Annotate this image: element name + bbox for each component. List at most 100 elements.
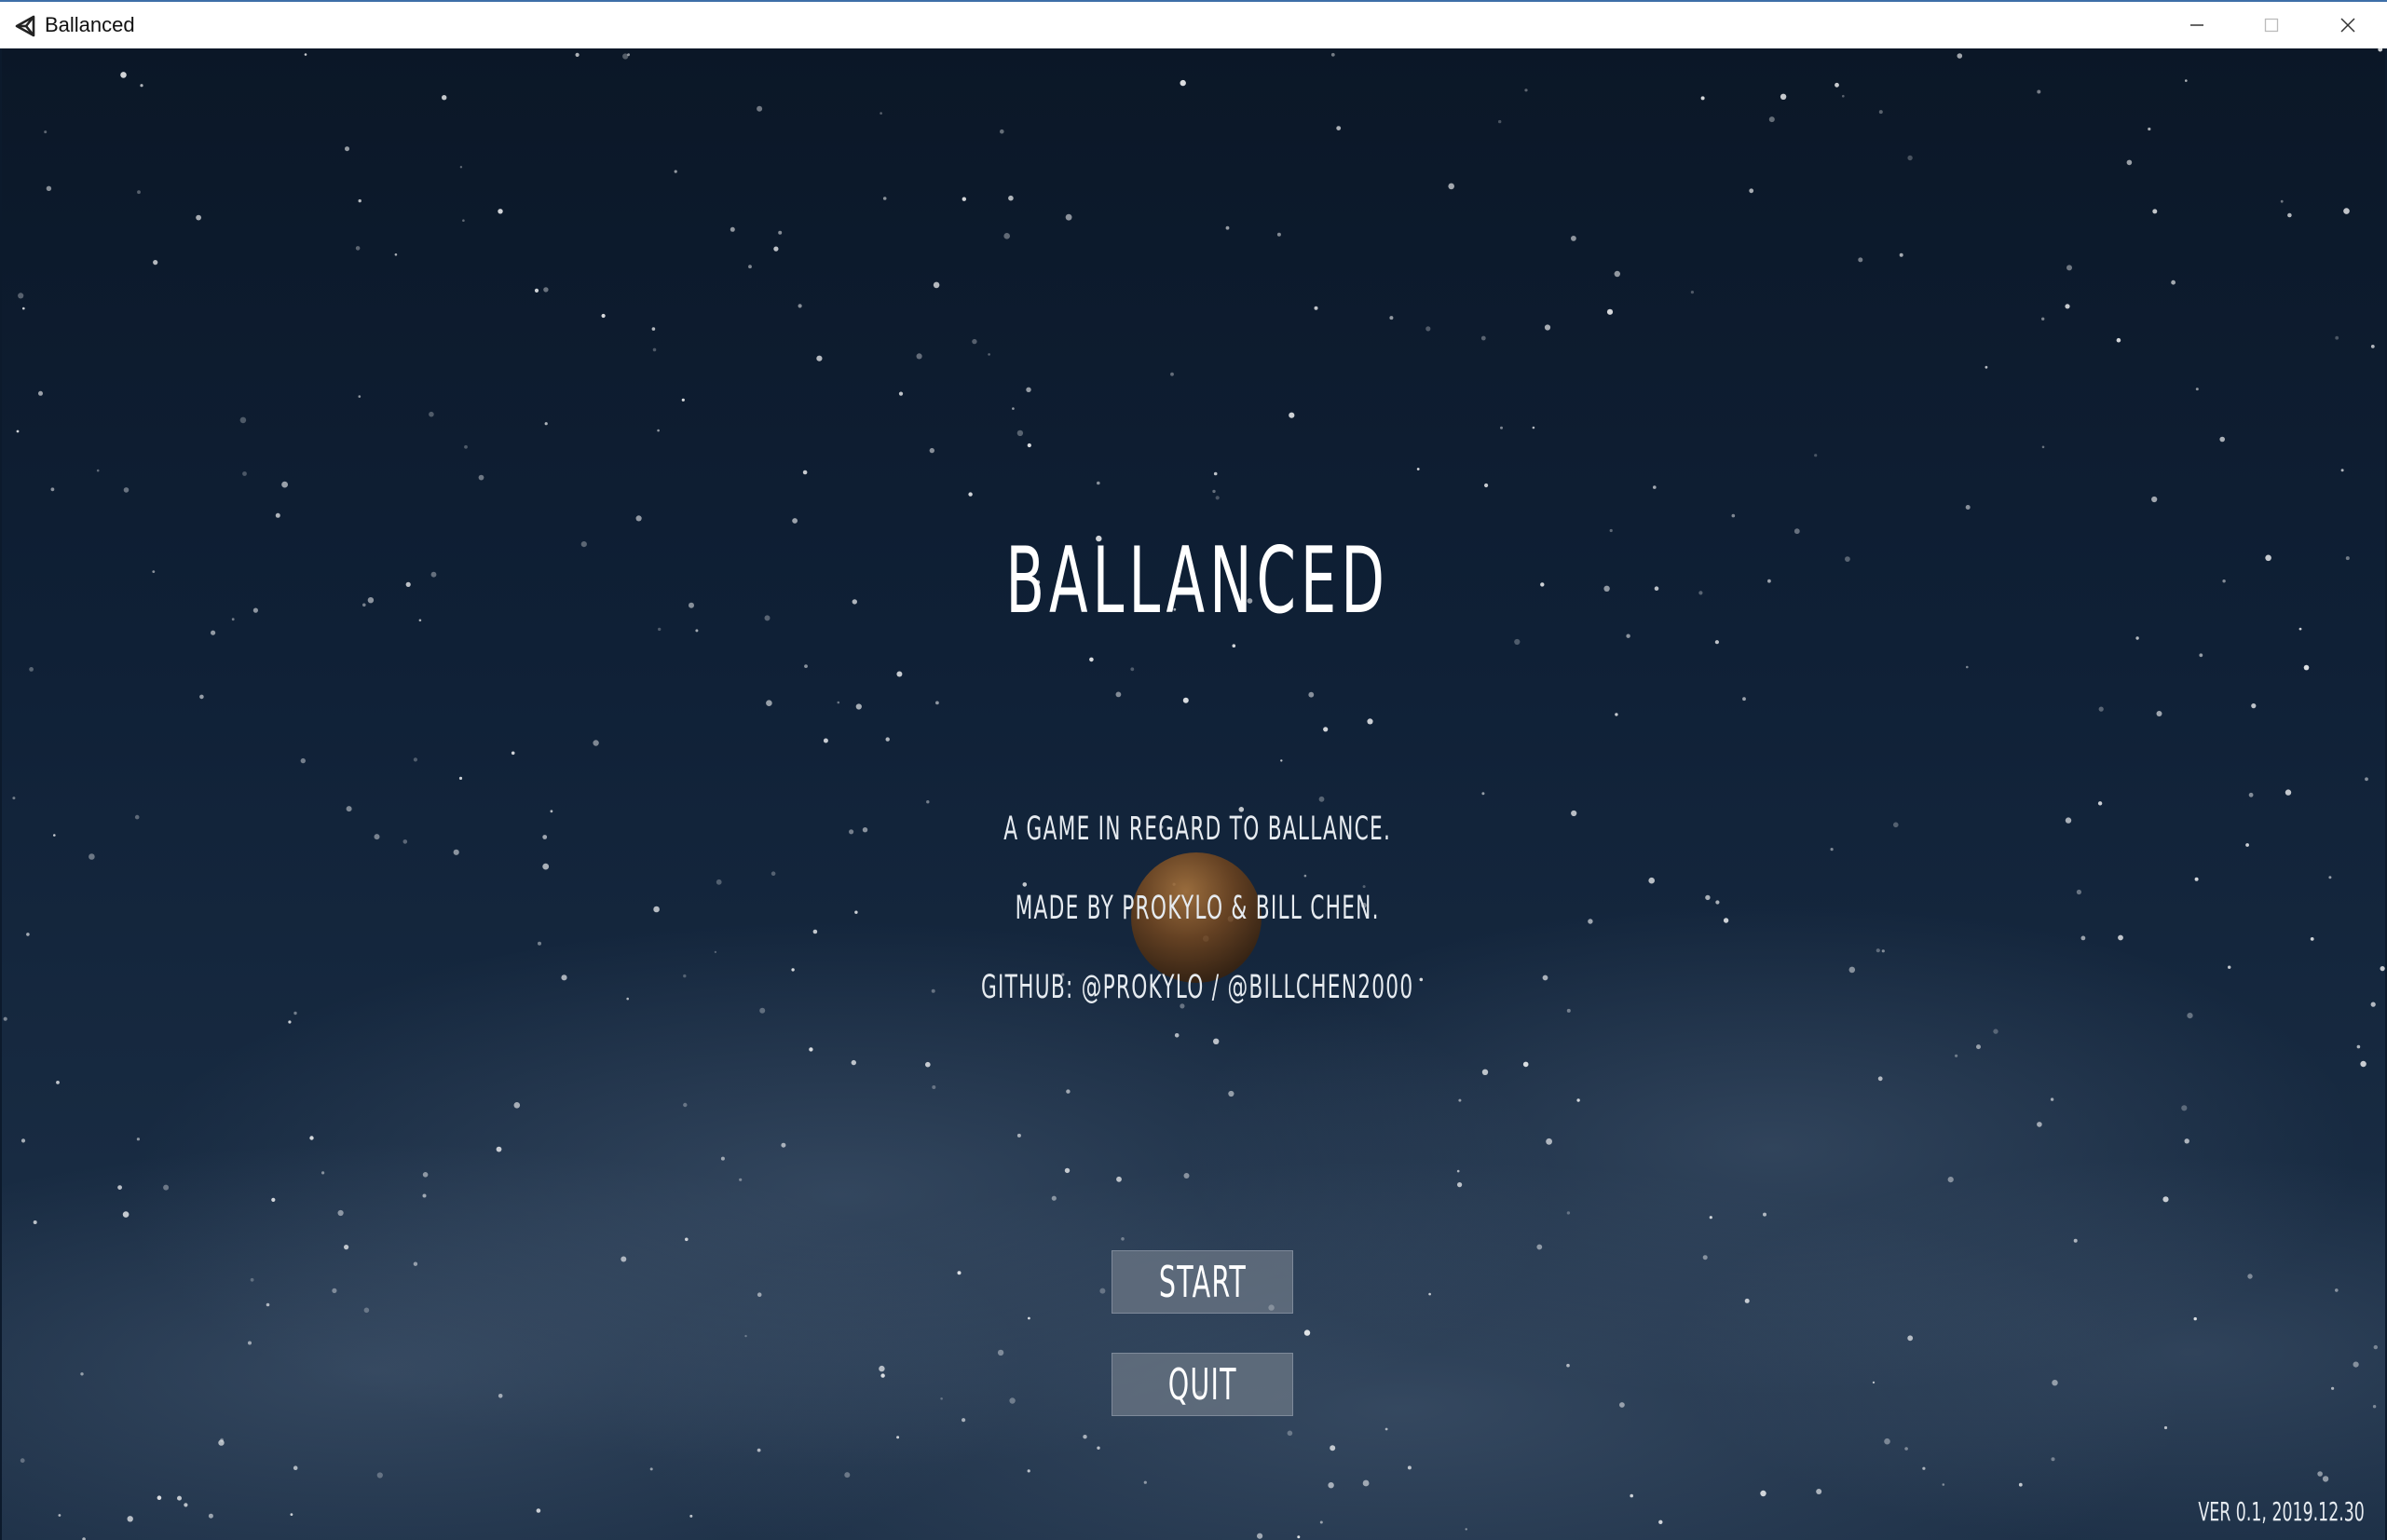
star <box>332 1288 337 1293</box>
star <box>346 806 352 812</box>
star <box>1170 372 1174 376</box>
star <box>1858 257 1863 263</box>
star <box>880 1373 885 1378</box>
star <box>1257 1533 1263 1539</box>
star <box>681 398 685 402</box>
minimize-button[interactable] <box>2160 2 2234 48</box>
star <box>651 327 656 331</box>
star <box>593 740 599 746</box>
star <box>242 471 247 476</box>
star <box>2076 889 2081 895</box>
star <box>1319 1520 1323 1524</box>
star <box>1089 657 1094 662</box>
star <box>1481 792 1485 796</box>
star <box>1457 1182 1463 1188</box>
star <box>321 1171 325 1175</box>
star <box>716 879 722 885</box>
star <box>1143 1480 1147 1484</box>
title-bar[interactable]: Ballanced <box>0 0 2387 48</box>
star <box>2245 843 2250 847</box>
star <box>394 253 398 256</box>
star <box>757 1292 762 1297</box>
star <box>430 571 437 578</box>
star <box>1615 713 1618 716</box>
star <box>2050 1097 2054 1101</box>
star <box>536 1508 541 1513</box>
star <box>792 518 798 524</box>
star <box>117 1185 122 1190</box>
star <box>1027 443 1031 448</box>
star <box>1008 195 1014 201</box>
star <box>778 230 783 235</box>
star <box>925 1061 931 1068</box>
star <box>1630 1493 1633 1498</box>
star <box>1051 1195 1057 1201</box>
star <box>2066 265 2072 271</box>
star <box>1842 94 1845 98</box>
star <box>1653 485 1657 489</box>
star <box>211 630 216 635</box>
star <box>2118 934 2123 941</box>
star <box>50 487 55 492</box>
star <box>208 1513 213 1519</box>
star <box>1500 426 1503 429</box>
maximize-icon <box>2264 18 2279 33</box>
star <box>459 166 463 169</box>
star <box>2199 653 2203 658</box>
star <box>2331 1386 2335 1390</box>
star <box>1389 316 1394 320</box>
star <box>744 1334 747 1338</box>
star <box>1425 326 1431 332</box>
star <box>2018 1482 2023 1487</box>
start-button[interactable]: START <box>1112 1250 1293 1314</box>
star <box>1280 759 1283 762</box>
star <box>157 1495 162 1500</box>
star <box>58 1514 61 1517</box>
quit-button[interactable]: QUIT <box>1112 1353 1293 1416</box>
star <box>1966 665 1969 669</box>
star <box>1099 1288 1106 1294</box>
star <box>804 664 808 668</box>
star <box>1336 126 1342 130</box>
star <box>250 1277 254 1282</box>
star <box>771 871 776 876</box>
star <box>543 287 549 293</box>
star <box>337 1209 344 1217</box>
star <box>1985 365 1988 369</box>
star <box>2097 801 2103 806</box>
star <box>823 738 828 743</box>
game-window: Ballanced BALLANCED A GAME IN REGARD TO … <box>0 0 2387 1540</box>
star <box>442 95 447 101</box>
star <box>2285 789 2292 796</box>
star <box>367 597 375 604</box>
star <box>1303 1329 1311 1336</box>
star <box>2065 304 2070 309</box>
star <box>1522 1061 1529 1068</box>
star <box>683 1102 688 1108</box>
star <box>926 800 930 804</box>
star <box>80 1372 84 1376</box>
star <box>720 1156 725 1161</box>
star <box>1904 1447 1908 1451</box>
close-icon <box>2340 18 2355 33</box>
star <box>2156 711 2162 716</box>
close-button[interactable] <box>2311 2 2385 48</box>
star <box>940 1397 943 1400</box>
star <box>1362 1479 1370 1487</box>
star <box>2228 965 2231 969</box>
star <box>462 219 465 222</box>
star <box>1027 1469 1030 1473</box>
star <box>2373 1344 2378 1350</box>
star <box>1942 1483 1945 1486</box>
star <box>1289 412 1295 418</box>
star <box>1514 638 1521 646</box>
maximize-button[interactable] <box>2234 2 2309 48</box>
star <box>405 581 411 588</box>
star <box>1328 1482 1334 1489</box>
star <box>140 84 143 88</box>
star <box>1064 1167 1071 1174</box>
star <box>2194 877 2199 881</box>
star <box>358 198 361 203</box>
star <box>1308 691 1315 698</box>
star <box>513 1102 521 1109</box>
